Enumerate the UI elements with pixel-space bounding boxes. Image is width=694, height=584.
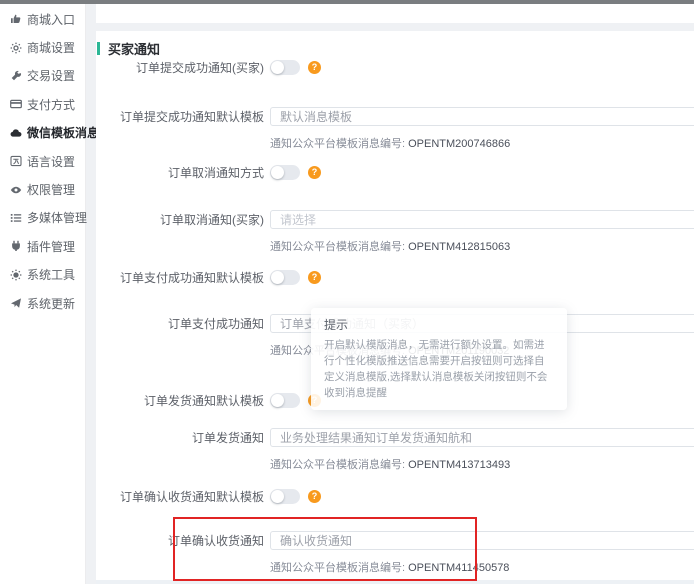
- order-submit-template-select[interactable]: 默认消息模板: [270, 107, 694, 126]
- field-label: 订单发货通知默认模板: [96, 392, 264, 409]
- caption-prefix: 通知公众平台模板消息编号:: [270, 459, 408, 471]
- help-icon[interactable]: ?: [308, 166, 321, 179]
- sidebar-item-system-tools[interactable]: 系统工具: [0, 261, 85, 289]
- sidebar-item-label: 微信模板消息: [27, 124, 99, 141]
- order-confirm-receipt-template-select[interactable]: 确认收货通知: [270, 531, 694, 550]
- field-label: 订单提交成功通知(买家): [96, 59, 264, 76]
- template-code: OPENTM411450578: [408, 562, 509, 574]
- field-label: 订单提交成功通知默认模板: [96, 108, 264, 125]
- tools-gear-icon: [9, 268, 22, 281]
- language-icon: [9, 155, 22, 168]
- tooltip-title: 提示: [324, 316, 554, 333]
- credit-card-icon: [9, 98, 22, 111]
- template-code-caption: 通知公众平台模板消息编号: OPENTM412815063: [270, 238, 510, 254]
- sidebar-item-trade-settings[interactable]: 交易设置: [0, 62, 85, 90]
- buyer-notification-panel: 买家通知 订单提交成功通知(买家) ? 订单提交成功通知默认模板 默认消息模板 …: [96, 31, 694, 580]
- template-code-caption: 通知公众平台模板消息编号: OPENTM413713493: [270, 456, 510, 472]
- sidebar-item-label: 权限管理: [27, 181, 75, 198]
- content-top-band: [96, 23, 694, 31]
- help-tooltip: 提示 开启默认模版消息，无需进行额外设置。如需进行个性化模版推送信息需要开启按钮…: [311, 308, 567, 410]
- top-browser-bar: [0, 0, 694, 4]
- section-accent-bar: [97, 42, 100, 55]
- caption-prefix: 通知公众平台模板消息编号:: [270, 562, 408, 574]
- field-label: 订单支付成功通知: [96, 315, 264, 332]
- wrench-icon: [9, 69, 22, 82]
- order-submit-notify-toggle[interactable]: [270, 60, 300, 75]
- sidebar-item-label: 多媒体管理: [27, 209, 87, 226]
- toggle-row-order-cancel: 订单取消通知方式 ?: [96, 164, 694, 181]
- section-header: 买家通知: [97, 39, 160, 58]
- gear-icon: [9, 41, 22, 54]
- input-row-order-submit-template: 订单提交成功通知默认模板 默认消息模板: [96, 107, 694, 126]
- template-code: OPENTM412815063: [408, 241, 510, 253]
- help-icon[interactable]: ?: [308, 61, 321, 74]
- sidebar-item-label: 商城设置: [27, 39, 75, 56]
- sidebar-item-label: 交易设置: [27, 67, 75, 84]
- sidebar-item-system-update[interactable]: 系统更新: [0, 289, 85, 317]
- sidebar-item-permission-management[interactable]: 权限管理: [0, 175, 85, 203]
- select-placeholder: 请选择: [280, 211, 316, 228]
- sidebar-content-gap: [86, 4, 96, 584]
- section-title: 买家通知: [108, 39, 160, 58]
- sidebar-item-label: 支付方式: [27, 96, 75, 113]
- field-label: 订单发货通知: [96, 429, 264, 446]
- template-code-caption: 通知公众平台模板消息编号: OPENTM411450578: [270, 559, 509, 575]
- sidebar-item-mall-settings[interactable]: 商城设置: [0, 33, 85, 61]
- toggle-row-order-confirm-receipt: 订单确认收货通知默认模板 ?: [96, 488, 694, 505]
- field-label: 订单确认收货通知: [96, 532, 264, 549]
- select-value: 确认收货通知: [280, 532, 352, 549]
- sidebar-item-payment-methods[interactable]: 支付方式: [0, 90, 85, 118]
- sidebar-item-label: 插件管理: [27, 238, 75, 255]
- caption-prefix: 通知公众平台模板消息编号:: [270, 241, 408, 253]
- caption-prefix: 通知公众平台模板消息编号:: [270, 138, 408, 150]
- order-cancel-template-select[interactable]: 请选择: [270, 210, 694, 229]
- select-value: 默认消息模板: [280, 108, 352, 125]
- sidebar-item-label: 语言设置: [27, 153, 75, 170]
- field-label: 订单取消通知方式: [96, 164, 264, 181]
- order-pay-notify-toggle[interactable]: [270, 270, 300, 285]
- toggle-row-order-submit: 订单提交成功通知(买家) ?: [96, 59, 694, 76]
- help-icon[interactable]: ?: [308, 271, 321, 284]
- list-icon: [9, 211, 22, 224]
- sidebar-item-wechat-template-messages[interactable]: 微信模板消息: [0, 119, 85, 147]
- order-ship-notify-toggle[interactable]: [270, 393, 300, 408]
- thumb-up-icon: [9, 13, 22, 26]
- help-icon[interactable]: ?: [308, 490, 321, 503]
- field-label: 订单确认收货通知默认模板: [96, 488, 264, 505]
- select-value: 业务处理结果通知订单发货通知航和: [280, 429, 472, 446]
- sidebar-item-plugin-management[interactable]: 插件管理: [0, 232, 85, 260]
- input-row-order-ship: 订单发货通知 业务处理结果通知订单发货通知航和: [96, 428, 694, 447]
- wechat-cloud-icon: [9, 126, 22, 139]
- toggle-row-order-pay: 订单支付成功通知默认模板 ?: [96, 269, 694, 286]
- template-code-caption: 通知公众平台模板消息编号: OPENTM200746866: [270, 135, 510, 151]
- field-label: 订单支付成功通知默认模板: [96, 269, 264, 286]
- sidebar-item-multimedia-management[interactable]: 多媒体管理: [0, 204, 85, 232]
- template-code: OPENTM200746866: [408, 138, 510, 150]
- input-row-order-cancel: 订单取消通知(买家) 请选择: [96, 210, 694, 229]
- sidebar-item-label: 系统更新: [27, 295, 75, 312]
- paper-plane-icon: [9, 297, 22, 310]
- sidebar-item-label: 商城入口: [27, 11, 75, 28]
- input-row-order-confirm-receipt: 订单确认收货通知 确认收货通知: [96, 531, 694, 550]
- content-bottom-band: [96, 580, 694, 584]
- tooltip-body: 开启默认模版消息，无需进行额外设置。如需进行个性化模版推送信息需要开启按钮则可选…: [324, 337, 554, 401]
- sidebar-item-language-settings[interactable]: 语言设置: [0, 147, 85, 175]
- settings-sidebar: 商城入口 商城设置 交易设置 支付方式 微信模板消息 语言设置: [0, 4, 86, 584]
- sidebar-item-label: 系统工具: [27, 266, 75, 283]
- eye-icon: [9, 183, 22, 196]
- order-cancel-notify-toggle[interactable]: [270, 165, 300, 180]
- order-ship-template-select[interactable]: 业务处理结果通知订单发货通知航和: [270, 428, 694, 447]
- order-confirm-receipt-notify-toggle[interactable]: [270, 489, 300, 504]
- template-code: OPENTM413713493: [408, 459, 510, 471]
- sidebar-item-mall-entry[interactable]: 商城入口: [0, 5, 85, 33]
- plugin-icon: [9, 240, 22, 253]
- field-label: 订单取消通知(买家): [96, 211, 264, 228]
